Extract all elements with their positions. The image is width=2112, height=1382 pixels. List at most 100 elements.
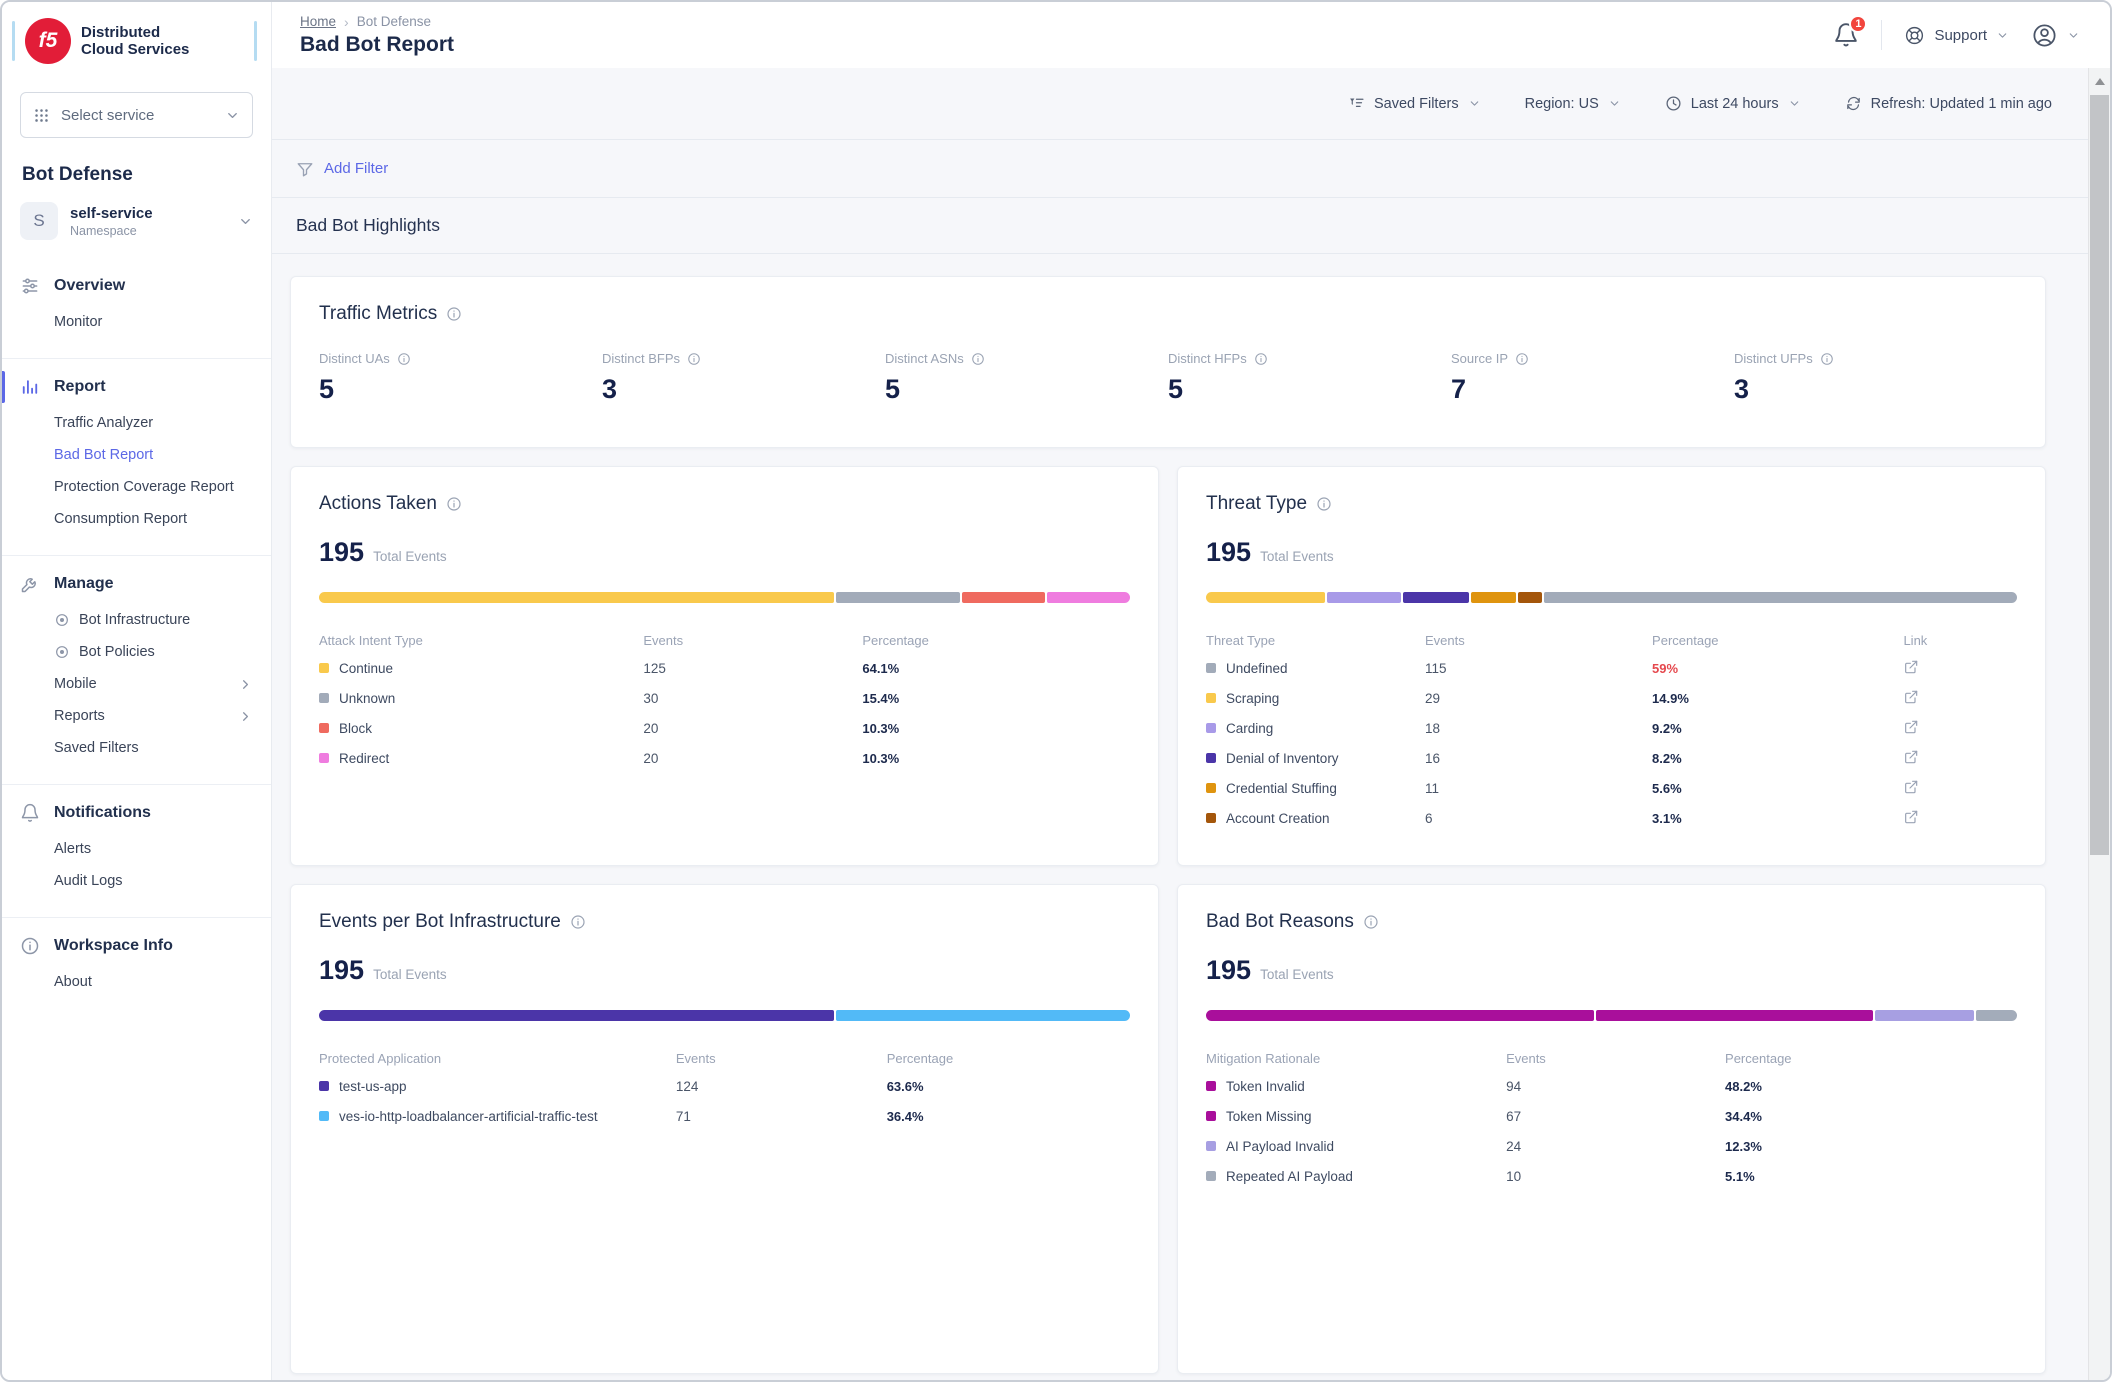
info-icon[interactable] [1515, 352, 1529, 366]
external-link-icon[interactable] [1903, 749, 1919, 765]
info-icon[interactable] [570, 914, 586, 930]
info-icon[interactable] [687, 352, 701, 366]
metric-distinct-asns: Distinct ASNs5 [885, 351, 1168, 405]
row-label: Credential Stuffing [1226, 781, 1337, 796]
actions-taken-table: Attack Intent TypeEventsPercentageContin… [319, 627, 1130, 773]
column-header-percentage: Percentage [887, 1051, 1130, 1066]
account-menu[interactable] [2031, 22, 2080, 49]
scrollbar[interactable] [2088, 68, 2110, 1380]
info-icon[interactable] [397, 352, 411, 366]
sidebar-item-saved-filters[interactable]: Saved Filters [2, 732, 271, 764]
external-link-icon[interactable] [1903, 809, 1919, 825]
metric-label: Source IP [1451, 351, 1508, 366]
threat-type-card: Threat Type195Total EventsThreat TypeEve… [1177, 466, 2046, 866]
column-header-events: Events [676, 1051, 887, 1066]
bar-segment [319, 592, 834, 603]
events-per-bot-infrastructure-card: Events per Bot Infrastructure195Total Ev… [290, 884, 1159, 1374]
legend-swatch [1206, 753, 1216, 763]
info-icon[interactable] [1820, 352, 1834, 366]
breadcrumb-current: Bot Defense [357, 14, 431, 29]
bar-segment [1403, 592, 1469, 603]
sidebar-item-bad-bot-report[interactable]: Bad Bot Report [2, 439, 271, 471]
sidebar-section-overview[interactable]: Overview [2, 266, 271, 306]
total-events-value: 195 [1206, 537, 1251, 568]
bad-bot-reasons-table: Mitigation RationaleEventsPercentageToke… [1206, 1045, 2017, 1191]
saved-filters-dropdown[interactable]: Saved Filters [1348, 95, 1481, 112]
column-header-events: Events [1506, 1051, 1725, 1066]
metric-label: Distinct HFPs [1168, 351, 1247, 366]
metric-value: 5 [319, 374, 602, 405]
sidebar-item-bot-infrastructure[interactable]: Bot Infrastructure [2, 604, 271, 636]
legend-swatch [1206, 1081, 1216, 1091]
sidebar-item-label: Consumption Report [54, 511, 187, 527]
table-row-test-us-app: test-us-app12463.6% [319, 1071, 1130, 1101]
sidebar-section-manage[interactable]: Manage [2, 564, 271, 604]
select-service-dropdown[interactable]: Select service [20, 92, 253, 138]
notifications-button[interactable]: 1 [1833, 22, 1859, 48]
info-icon[interactable] [446, 496, 462, 512]
sidebar-item-label: Bot Infrastructure [79, 612, 190, 628]
sidebar-section-workspace-info[interactable]: Workspace Info [2, 926, 271, 966]
row-percentage: 36.4% [887, 1109, 1130, 1124]
traffic-metrics-grid: Distinct UAs5Distinct BFPs3Distinct ASNs… [319, 351, 2017, 405]
info-icon[interactable] [1254, 352, 1268, 366]
table-row-carding: Carding189.2% [1206, 713, 2017, 743]
metric-distinct-hfps: Distinct HFPs5 [1168, 351, 1451, 405]
info-icon[interactable] [1316, 496, 1332, 512]
info-icon[interactable] [971, 352, 985, 366]
external-link-icon[interactable] [1903, 689, 1919, 705]
external-link-icon[interactable] [1903, 779, 1919, 795]
sidebar-item-alerts[interactable]: Alerts [2, 833, 271, 865]
external-link-icon[interactable] [1903, 659, 1919, 675]
sidebar-item-bot-policies[interactable]: Bot Policies [2, 636, 271, 668]
traffic-metrics-card: Traffic Metrics Distinct UAs5Distinct BF… [290, 276, 2046, 448]
table-row-token-missing: Token Missing6734.4% [1206, 1101, 2017, 1131]
sidebar-item-monitor[interactable]: Monitor [2, 306, 271, 338]
sidebar: f5 Distributed Cloud Services Select ser… [2, 2, 272, 1380]
f5-logo[interactable]: f5 [25, 18, 71, 64]
chevron-right-icon [238, 709, 253, 724]
metric-distinct-ufps: Distinct UFPs3 [1734, 351, 2017, 405]
refresh-button[interactable]: Refresh: Updated 1 min ago [1845, 95, 2052, 112]
total-events-value: 195 [1206, 955, 1251, 986]
sidebar-item-protection-coverage-report[interactable]: Protection Coverage Report [2, 471, 271, 503]
table-row-scraping: Scraping2914.9% [1206, 683, 2017, 713]
breadcrumb-home-link[interactable]: Home [300, 14, 336, 29]
sidebar-item-reports[interactable]: Reports [2, 700, 271, 732]
legend-swatch [319, 663, 329, 673]
sidebar-item-consumption-report[interactable]: Consumption Report [2, 503, 271, 535]
cards-container: Traffic Metrics Distinct UAs5Distinct BF… [272, 254, 2088, 1380]
scrollbar-thumb[interactable] [2090, 95, 2109, 855]
info-icon[interactable] [1363, 914, 1379, 930]
info-icon[interactable] [446, 306, 462, 322]
threat-type-stacked-bar [1206, 592, 2017, 603]
row-events: 10 [1506, 1169, 1725, 1184]
sidebar-item-traffic-analyzer[interactable]: Traffic Analyzer [2, 407, 271, 439]
support-menu[interactable]: Support [1904, 25, 2009, 46]
row-events: 24 [1506, 1139, 1725, 1154]
brand-name: Distributed Cloud Services [81, 24, 189, 59]
namespace-type-label: Namespace [70, 224, 153, 238]
sidebar-item-label: Saved Filters [54, 740, 139, 756]
target-icon [54, 644, 70, 660]
time-range-dropdown[interactable]: Last 24 hours [1665, 95, 1801, 112]
row-events: 20 [643, 751, 862, 766]
sidebar-section-notifications[interactable]: Notifications [2, 793, 271, 833]
row-events: 124 [676, 1079, 887, 1094]
row-label: Repeated AI Payload [1226, 1169, 1353, 1184]
add-filter-button[interactable]: Add Filter [324, 160, 388, 177]
bar-segment [836, 592, 960, 603]
scrollbar-up-arrow[interactable] [2089, 68, 2110, 94]
chevron-down-icon [1608, 97, 1621, 110]
namespace-selector[interactable]: S self-service Namespace [2, 196, 271, 258]
external-link-icon[interactable] [1903, 719, 1919, 735]
sidebar-item-about[interactable]: About [2, 966, 271, 998]
sidebar-item-audit-logs[interactable]: Audit Logs [2, 865, 271, 897]
column-header-attack-intent-type: Attack Intent Type [319, 633, 643, 648]
content-area: Saved Filters Region: US Last 24 hours R… [272, 68, 2110, 1380]
bar-segment [1518, 592, 1543, 603]
sidebar-item-mobile[interactable]: Mobile [2, 668, 271, 700]
region-dropdown[interactable]: Region: US [1525, 96, 1621, 112]
sidebar-section-report[interactable]: Report [2, 367, 271, 407]
sidebar-group-workspace-info: Workspace InfoAbout [2, 917, 271, 1018]
